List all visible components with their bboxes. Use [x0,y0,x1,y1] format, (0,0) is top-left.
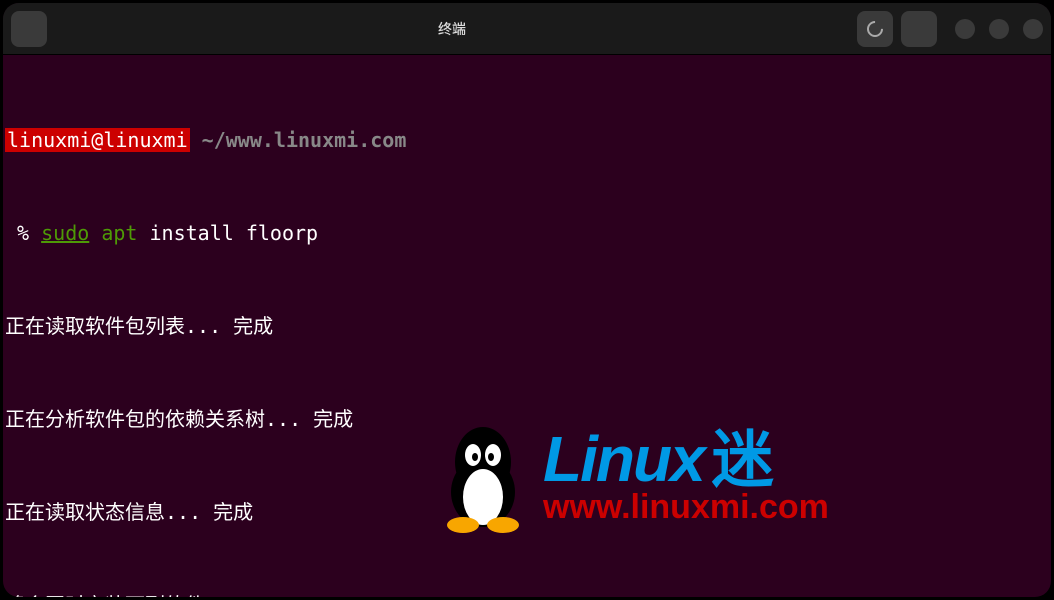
titlebar: 终端 [3,3,1051,55]
user-host: linuxmi@linuxmi [5,128,190,152]
output-line: 正在分析软件包的依赖关系树... 完成 [3,404,1051,435]
minimize-button[interactable] [955,19,975,39]
menu-button[interactable] [901,11,937,47]
close-button[interactable] [1023,19,1043,39]
cmd-apt: apt [89,221,137,245]
titlebar-right [857,11,1043,47]
new-tab-button[interactable] [11,11,47,47]
prompt-symbol: % [5,221,41,245]
window-controls [955,19,1043,39]
output-line: 正在读取状态信息... 完成 [3,497,1051,528]
terminal-window: 终端 linuxmi@linuxmi ~/www.linuxmi.com % s… [3,3,1051,597]
cmd-sudo: sudo [41,221,89,245]
terminal-content[interactable]: linuxmi@linuxmi ~/www.linuxmi.com % sudo… [3,55,1051,597]
search-button[interactable] [857,11,893,47]
command-line: % sudo apt install floorp [3,218,1051,249]
maximize-button[interactable] [989,19,1009,39]
cmd-rest: install floorp [137,221,318,245]
prompt-line: linuxmi@linuxmi ~/www.linuxmi.com [3,125,1051,156]
output-line: 将会同时安装下列软件： [3,590,1051,597]
cwd-path: ~/www.linuxmi.com [190,128,407,152]
titlebar-left [11,11,47,47]
output-line: 正在读取软件包列表... 完成 [3,311,1051,342]
window-title: 终端 [47,19,857,39]
search-icon [864,17,887,40]
